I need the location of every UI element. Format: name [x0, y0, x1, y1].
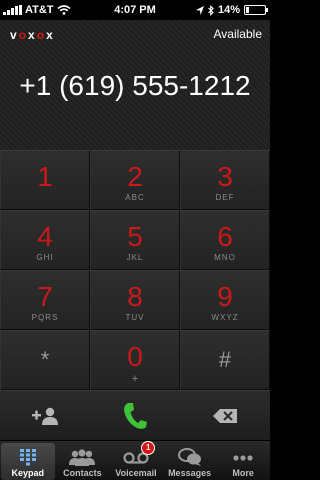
- tab-keypad[interactable]: Keypad: [1, 443, 55, 480]
- add-contact-icon: [32, 407, 58, 425]
- key-1[interactable]: 1: [0, 150, 90, 210]
- contacts-icon: [69, 449, 96, 466]
- voxox-logo: voxox: [10, 28, 55, 42]
- key-6[interactable]: 6 MNO: [180, 210, 270, 270]
- key-8[interactable]: 8 TUV: [90, 270, 180, 330]
- availability-status[interactable]: Available: [214, 27, 262, 41]
- tab-contacts[interactable]: Contacts: [56, 441, 110, 480]
- dialed-number: +1 (619) 555-1212: [19, 70, 251, 101]
- key-2[interactable]: 2 ABC: [90, 150, 180, 210]
- backspace-button[interactable]: [180, 391, 270, 440]
- key-7[interactable]: 7 PQRS: [0, 270, 90, 330]
- battery-percent: 14%: [217, 4, 240, 16]
- bluetooth-icon: [208, 4, 214, 16]
- tab-bar: Keypad Contacts 1 Voicemail Messages Mor…: [0, 440, 270, 480]
- key-5[interactable]: 5 JKL: [90, 210, 180, 270]
- status-bar: AT&T 4:07 PM 14%: [0, 0, 270, 20]
- keypad-icon: [19, 449, 36, 466]
- battery-icon: [244, 5, 268, 15]
- key-3[interactable]: 3 DEF: [180, 150, 270, 210]
- more-icon: [233, 455, 253, 461]
- key-9[interactable]: 9 WXYZ: [180, 270, 270, 330]
- key-0[interactable]: 0 +: [90, 330, 180, 390]
- location-icon: [195, 5, 204, 15]
- dial-keypad: 1 2 ABC 3 DEF 4 GHI 5 JKL 6 MNO 7 PQRS 8 TUV 9W…: [0, 150, 270, 390]
- phone-call-icon: [124, 402, 147, 429]
- add-contact-button[interactable]: [0, 391, 90, 440]
- key-hash[interactable]: #: [180, 330, 270, 390]
- voicemail-badge: 1: [141, 441, 156, 455]
- tab-voicemail[interactable]: 1 Voicemail: [109, 441, 163, 480]
- key-star[interactable]: *: [0, 330, 90, 390]
- tab-more[interactable]: More: [216, 441, 270, 480]
- messages-icon: [177, 448, 201, 466]
- call-button[interactable]: [90, 391, 180, 440]
- dialer-actions: [0, 390, 270, 440]
- dialer-header: voxox Available +1 (619) 555-1212: [0, 20, 270, 150]
- backspace-icon: [213, 408, 237, 423]
- key-4[interactable]: 4 GHI: [0, 210, 90, 270]
- tab-messages[interactable]: Messages: [163, 441, 217, 480]
